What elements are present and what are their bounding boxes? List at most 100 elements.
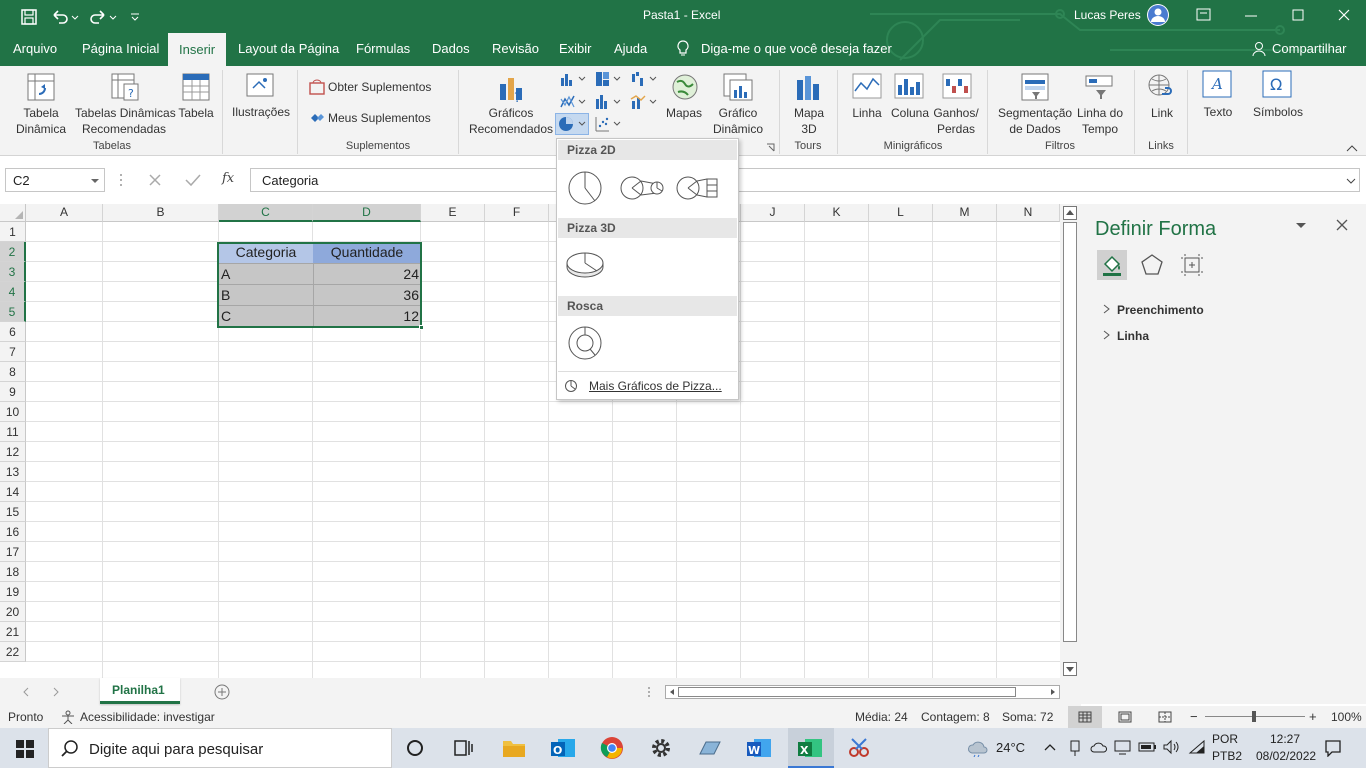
task-view-icon[interactable] [454,739,474,757]
hierarchy-chart-icon[interactable] [594,70,624,88]
row-header-4[interactable]: 4 [0,282,26,302]
row-header-16[interactable]: 16 [0,522,26,542]
sheet-tab-planilha1[interactable]: Planilha1 [100,678,180,704]
tray-expand-icon[interactable] [1043,742,1057,752]
pie-2d-icon[interactable] [567,170,603,206]
tab-exibir[interactable]: Exibir [559,32,592,66]
pane-close-icon[interactable] [1336,219,1348,231]
table-button[interactable]: Tabela [178,105,214,121]
expand-fill-icon[interactable] [1103,304,1111,314]
chevron-down-icon[interactable] [90,177,100,185]
doughnut-icon[interactable] [567,325,603,361]
display-icon[interactable] [1114,739,1132,755]
my-addins-button[interactable]: Meus Suplementos [328,110,431,126]
pie-of-pie-icon[interactable] [619,175,667,203]
scroll-right-icon[interactable] [1049,688,1057,696]
size-properties-icon[interactable] [1179,252,1205,278]
illustrations-button[interactable]: Ilustrações [230,104,292,120]
app-icon[interactable] [698,738,722,758]
tab-arquivo[interactable]: Arquivo [13,32,57,66]
row-header-8[interactable]: 8 [0,362,26,382]
share-button[interactable]: Compartilhar [1272,32,1346,66]
windows-start-icon[interactable] [16,740,34,758]
pane-options-icon[interactable] [1295,222,1307,230]
pie-chart-icon[interactable] [557,115,587,133]
notification-icon[interactable] [1324,739,1342,757]
row-header-15[interactable]: 15 [0,502,26,522]
text-button[interactable]: Texto [1198,104,1238,120]
h-scroll-thumb[interactable] [678,687,1016,697]
symbols-button[interactable]: Símbolos [1250,104,1306,120]
enter-icon[interactable] [185,173,201,187]
column-header-k[interactable]: K [805,204,869,222]
settings-gear-icon[interactable] [650,737,672,759]
row-header-1[interactable]: 1 [0,222,26,242]
temperature[interactable]: 24°C [996,740,1025,755]
row-header-5[interactable]: 5 [0,302,26,322]
add-sheet-icon[interactable] [214,684,230,700]
scroll-thumb[interactable] [1063,222,1077,642]
insert-function-button[interactable]: fx [222,171,234,186]
sparkline-winloss-button[interactable]: Ganhos/ Perdas [932,105,980,137]
tab-dados[interactable]: Dados [432,32,470,66]
excel-taskbar-button[interactable]: X [788,728,834,768]
effects-pentagon-icon[interactable] [1139,252,1165,278]
tab-ajuda[interactable]: Ajuda [614,32,647,66]
row-header-9[interactable]: 9 [0,382,26,402]
onedrive-icon[interactable] [1090,740,1108,754]
clock-time[interactable]: 12:27 [1262,732,1308,746]
splitter-grip-icon[interactable] [646,685,652,699]
row-header-22[interactable]: 22 [0,642,26,662]
collapse-ribbon-icon[interactable] [1346,144,1358,152]
timeline-button[interactable]: Linha do Tempo [1074,105,1126,137]
column-header-b[interactable]: B [103,204,219,222]
language-1[interactable]: POR [1212,732,1238,746]
link-button[interactable]: Link [1146,105,1178,121]
customize-toolbar-icon[interactable] [128,8,142,26]
next-sheet-icon[interactable] [52,687,60,697]
zoom-thumb[interactable] [1252,711,1256,722]
taskbar-search-box[interactable]: Digite aqui para pesquisar [48,728,392,768]
save-icon[interactable] [20,8,38,26]
expand-formula-icon[interactable] [1346,177,1356,185]
row-header-11[interactable]: 11 [0,422,26,442]
tab-revisao[interactable]: Revisão [492,32,539,66]
tab-layout[interactable]: Layout da Página [238,32,339,66]
row-header-6[interactable]: 6 [0,322,26,342]
normal-view-button[interactable] [1068,706,1102,728]
scroll-down-button[interactable] [1063,662,1077,676]
line-section[interactable]: Linha [1117,329,1149,343]
scatter-chart-icon[interactable] [594,115,624,133]
worksheet-grid[interactable]: ABCDEFGHIJKLMN 1234567891011121314151617… [0,204,1060,678]
column-header-c[interactable]: C [219,204,313,222]
sparkline-column-button[interactable]: Coluna [889,105,931,121]
column-header-f[interactable]: F [485,204,549,222]
row-header-3[interactable]: 3 [0,262,26,282]
outlook-icon[interactable]: O [550,736,576,760]
row-header-12[interactable]: 12 [0,442,26,462]
page-layout-icon[interactable] [1118,711,1132,723]
select-all-button[interactable] [0,204,26,222]
column-header-l[interactable]: L [869,204,933,222]
combo-chart-icon[interactable] [630,93,660,111]
recommended-pivot-button[interactable]: Tabelas Dinâmicas Recomendadas [75,105,176,137]
name-box[interactable]: C2 [5,168,105,192]
pivot-chart-button[interactable]: Gráfico Dinâmico [703,105,773,137]
row-header-21[interactable]: 21 [0,622,26,642]
tab-formulas[interactable]: Fórmulas [356,32,410,66]
expand-line-icon[interactable] [1103,330,1111,340]
row-header-19[interactable]: 19 [0,582,26,602]
column-header-a[interactable]: A [26,204,103,222]
tab-inserir[interactable]: Inserir [168,33,227,67]
recommended-charts-button[interactable]: Gráficos Recomendados [468,105,554,137]
pivot-table-button[interactable]: Tabela Dinâmica [10,105,72,137]
usb-icon[interactable] [1068,739,1082,757]
chrome-icon[interactable] [600,736,624,760]
column-header-d[interactable]: D [313,204,421,222]
pie-3d-icon[interactable] [565,249,605,281]
vertical-scrollbar[interactable] [1060,204,1081,678]
bar-of-pie-icon[interactable] [675,175,723,203]
fill-handle[interactable] [419,325,424,330]
line-chart-icon[interactable] [559,93,589,111]
row-header-7[interactable]: 7 [0,342,26,362]
